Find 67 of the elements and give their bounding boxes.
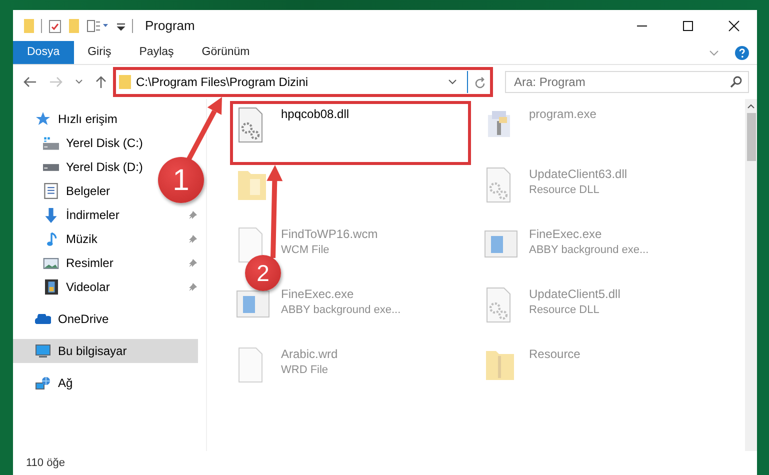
pin-icon[interactable] <box>188 282 198 292</box>
film-icon <box>44 279 58 295</box>
pin-icon[interactable] <box>188 234 198 244</box>
drive-icon <box>43 164 59 170</box>
file-name: FineExec.exe <box>529 227 603 242</box>
sidebar-item[interactable]: Belgeler <box>13 179 110 203</box>
file-type: WRD File <box>281 363 330 378</box>
sidebar-item[interactable]: Bu bilgisayar <box>13 339 198 363</box>
document-icon <box>44 183 58 199</box>
star-icon <box>35 111 51 127</box>
sidebar-item[interactable]: Yerel Disk (C:) <box>13 131 143 155</box>
pin-icon[interactable] <box>188 258 198 268</box>
refresh-icon <box>474 76 486 88</box>
download-icon <box>45 208 57 222</box>
address-bar[interactable]: C:\Program Files\Program Dizini <box>115 71 467 93</box>
sidebar-item[interactable]: İndirmeler <box>13 203 120 227</box>
folder-icon <box>119 74 131 90</box>
search-icon[interactable] <box>730 76 742 88</box>
sidebar-item[interactable]: Ağ <box>13 371 73 395</box>
maximize-icon <box>682 20 694 32</box>
pin-icon[interactable] <box>188 210 198 220</box>
sidebar-item[interactable]: OneDrive <box>13 307 109 331</box>
sidebar-item[interactable]: Yerel Disk (D:) <box>13 155 143 179</box>
sidebar-item[interactable]: Müzik <box>13 227 98 251</box>
file-name: UpdateClient63.dll <box>529 167 628 182</box>
expand-ribbon-icon[interactable] <box>709 48 719 56</box>
forward-arrow-icon <box>49 76 63 88</box>
music-note-icon <box>46 232 56 246</box>
item-count: 110 öğe <box>26 456 65 471</box>
properties-icon[interactable] <box>48 18 62 34</box>
highlighted-file-tile[interactable]: hpqcob08.dll <box>232 103 469 163</box>
sidebar-item[interactable]: Resimler <box>13 251 114 275</box>
cloud-icon <box>35 314 51 324</box>
search-field[interactable]: Ara: Program <box>505 71 749 93</box>
sidebar-item[interactable]: Hızlı erişim <box>13 107 118 131</box>
chevron-down-icon <box>75 79 83 85</box>
file-name: Resource <box>529 347 580 362</box>
picture-icon <box>43 258 59 268</box>
file-name: Arabic.wrd <box>281 347 338 362</box>
file-type: Resource DLL <box>529 303 600 318</box>
view-icon[interactable] <box>86 18 110 34</box>
minimize-icon <box>636 24 648 26</box>
file-name: UpdateClient5.dll <box>529 287 620 302</box>
computer-icon <box>35 344 51 358</box>
file-name: hpqcob08.dll <box>281 107 350 122</box>
close-icon <box>728 20 740 32</box>
file-type: ABBY background exe... <box>281 303 401 318</box>
scroll-up-icon[interactable] <box>747 103 755 109</box>
ribbon-tab[interactable]: Görünüm <box>188 41 264 64</box>
file-type: Resource DLL <box>529 183 600 198</box>
ribbon-tab[interactable]: Paylaş <box>125 41 188 64</box>
file-type: ABBY background exe... <box>529 243 649 258</box>
chevron-down-icon <box>448 79 457 85</box>
network-icon <box>35 376 51 390</box>
ribbon-tab[interactable]: Dosya <box>13 41 74 64</box>
file-name: program.exe <box>529 107 596 122</box>
help-icon[interactable] <box>735 46 749 60</box>
file-name: FindToWP16.wcm <box>281 227 378 242</box>
ribbon-tab[interactable]: Giriş <box>74 41 126 64</box>
back-arrow-icon <box>23 76 37 88</box>
drive-icon <box>43 136 59 150</box>
window-title: Program <box>145 16 195 35</box>
file-name: FineExec.exe <box>281 287 355 302</box>
sidebar-item[interactable]: Videolar <box>13 275 110 299</box>
file-type: WCM File <box>281 243 330 258</box>
scrollbar-thumb[interactable] <box>746 113 756 161</box>
up-arrow-icon <box>95 75 107 89</box>
